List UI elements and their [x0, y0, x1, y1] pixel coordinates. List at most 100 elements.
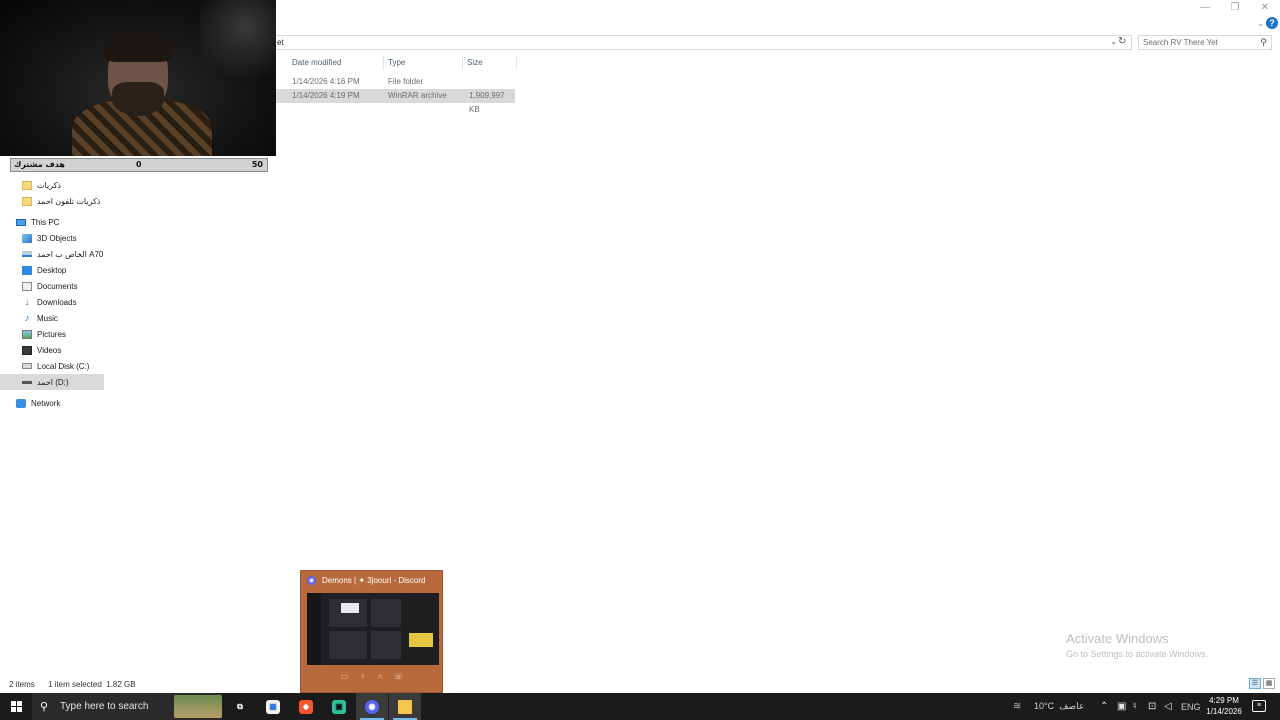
restore-icon: ❐	[1230, 1, 1240, 13]
refresh-icon[interactable]: ↻	[1118, 36, 1126, 47]
store-icon: ▦	[266, 699, 280, 714]
address-bar[interactable]: et ⌄	[276, 35, 1132, 50]
nav-item-music[interactable]: ♪ Music	[22, 310, 58, 326]
watermark-subtitle: Go to Settings to activate Windows.	[1066, 649, 1209, 659]
preview-title: Demons | ✦ 3joouri - Discord	[322, 576, 426, 585]
column-date-modified[interactable]: Date modified	[288, 56, 384, 70]
preview-controls: ▭ ♮ ∩ ☏	[301, 671, 442, 683]
camera-icon[interactable]: ▭	[339, 671, 351, 683]
disconnect-icon[interactable]: ☏	[393, 671, 405, 683]
network-tray-icon[interactable]: ⊡	[1148, 701, 1156, 712]
collapse-ribbon-button[interactable]: ⌄	[1257, 19, 1264, 28]
task-view-button[interactable]: ⧉	[224, 693, 256, 720]
computer-icon	[16, 218, 26, 226]
microphone-icon[interactable]: ♮	[357, 671, 369, 683]
file-type: WinRAR archive	[388, 91, 447, 100]
music-icon: ♪	[24, 312, 30, 324]
nav-item-documents[interactable]: Documents	[22, 278, 77, 294]
taskbar-brave[interactable]: ◆	[290, 693, 322, 720]
headphones-icon[interactable]: ∩	[375, 671, 387, 683]
thumb-screen-share	[341, 603, 359, 613]
file-row[interactable]: 1/14/2026 4:16 PM File folder	[276, 75, 515, 89]
windows-logo-icon	[10, 701, 22, 712]
taskbar-clock[interactable]: 4:29 PM 1/14/2026	[1196, 695, 1252, 717]
help-icon[interactable]: ?	[1266, 17, 1278, 29]
camera-tray-icon[interactable]: ▣	[1117, 701, 1126, 712]
nav-item-label: احمد (D:)	[37, 377, 69, 387]
microphone-icon[interactable]: ♮	[1133, 701, 1137, 712]
file-date: 1/14/2026 4:16 PM	[292, 77, 360, 86]
weather-text[interactable]: 10°C عاصف	[1034, 693, 1084, 720]
chevron-up-icon[interactable]: ⌃	[1100, 701, 1108, 712]
download-icon: ↓	[24, 296, 30, 308]
volume-icon[interactable]: ◁	[1164, 701, 1172, 712]
thumb-highlight	[409, 633, 433, 647]
taskbar-app-green[interactable]: ▣	[323, 693, 355, 720]
weather-icon[interactable]: ≋	[1013, 701, 1021, 712]
large-icons-view-icon[interactable]: ▦	[1263, 678, 1275, 689]
status-item-count: 2 items	[9, 680, 35, 689]
webcam-person-beard	[112, 82, 164, 116]
start-button[interactable]	[0, 693, 32, 720]
nav-item-label: Videos	[37, 345, 62, 355]
disk-icon	[22, 363, 32, 369]
file-explorer-icon	[398, 699, 412, 714]
nav-item-label: This PC	[31, 217, 60, 227]
close-icon: ✕	[1260, 1, 1270, 13]
column-size[interactable]: Size	[463, 56, 517, 70]
taskbar-search-placeholder: Type here to search	[60, 701, 149, 712]
close-button[interactable]: ✕	[1250, 0, 1280, 14]
discord-icon: ◉	[365, 699, 379, 714]
search-input[interactable]: Search RV There Yet ⚲	[1138, 35, 1272, 50]
nav-item-label: ذكريات	[37, 180, 61, 190]
goal-target: 50	[251, 160, 263, 169]
taskbar-store[interactable]: ▦	[257, 693, 289, 720]
taskbar-discord[interactable]: ◉	[356, 693, 388, 720]
search-icon: ⚲	[40, 701, 49, 713]
nav-item-network[interactable]: Network	[16, 395, 60, 411]
address-dropdown-icon[interactable]: ⌄	[1110, 37, 1117, 46]
nav-item-this-pc[interactable]: This PC	[16, 214, 59, 230]
preview-thumbnail[interactable]	[307, 593, 439, 665]
taskbar-search-input[interactable]: ⚲ Type here to search	[32, 693, 222, 720]
nav-item-label: ذكريات تلفون احمد	[37, 196, 101, 206]
thumb-video-tile	[371, 631, 401, 659]
nav-item-phone-memories[interactable]: ذكريات تلفون احمد	[22, 193, 100, 209]
discord-icon: ◉	[307, 576, 316, 585]
file-type: File folder	[388, 77, 424, 86]
nav-item-memories[interactable]: ذكريات	[22, 177, 61, 193]
nav-item-downloads[interactable]: ↓ Downloads	[22, 294, 77, 310]
nav-item-local-disk[interactable]: Local Disk (C:)	[22, 358, 89, 374]
nav-item-pictures[interactable]: Pictures	[22, 326, 66, 342]
watermark-title: Activate Windows	[1066, 631, 1169, 646]
nav-item-device-a70[interactable]: الخاص ب احمد A70	[22, 246, 103, 262]
webcam-background-light	[200, 0, 276, 90]
nav-item-videos[interactable]: Videos	[22, 342, 61, 358]
minimize-button[interactable]: —	[1190, 0, 1220, 14]
taskbar: ⚲ Type here to search ⧉ ▦ ◆ ▣ ◉ ≋ 10°C ع…	[0, 693, 1280, 720]
activate-windows-watermark: Activate Windows Go to Settings to activ…	[1066, 631, 1208, 659]
goal-current: 0	[136, 160, 142, 169]
nav-item-label: الخاص ب احمد A70	[37, 249, 104, 259]
details-view-icon[interactable]: ☰	[1249, 678, 1261, 689]
file-date: 1/14/2026 4:19 PM	[292, 91, 360, 100]
nav-item-desktop[interactable]: Desktop	[22, 262, 66, 278]
nav-item-label: Music	[37, 313, 58, 323]
nav-item-label: Desktop	[37, 265, 67, 275]
file-row-selected[interactable]: 1/14/2026 4:19 PM WinRAR archive 1,909,9…	[276, 89, 515, 114]
restore-button[interactable]: ❐	[1220, 0, 1250, 14]
clock-time: 4:29 PM	[1209, 696, 1239, 705]
nav-item-drive-d[interactable]: احمد (D:)	[0, 374, 104, 390]
videos-icon	[22, 345, 32, 355]
column-type[interactable]: Type	[384, 56, 463, 70]
search-highlight-image	[174, 695, 222, 718]
nav-item-3d-objects[interactable]: 3D Objects	[22, 230, 77, 246]
folder-icon	[22, 196, 32, 206]
device-icon	[22, 251, 32, 257]
address-path: et	[277, 38, 284, 47]
discord-window-preview[interactable]: ◉ Demons | ✦ 3joouri - Discord ▭ ♮ ∩ ☏	[300, 570, 443, 693]
preview-title-row: ◉ Demons | ✦ 3joouri - Discord	[307, 576, 425, 585]
taskbar-file-explorer[interactable]	[389, 693, 421, 720]
notification-center-icon[interactable]: ≡	[1252, 700, 1266, 712]
shared-goal-bar: هدف مشترك 0 50	[10, 158, 268, 172]
